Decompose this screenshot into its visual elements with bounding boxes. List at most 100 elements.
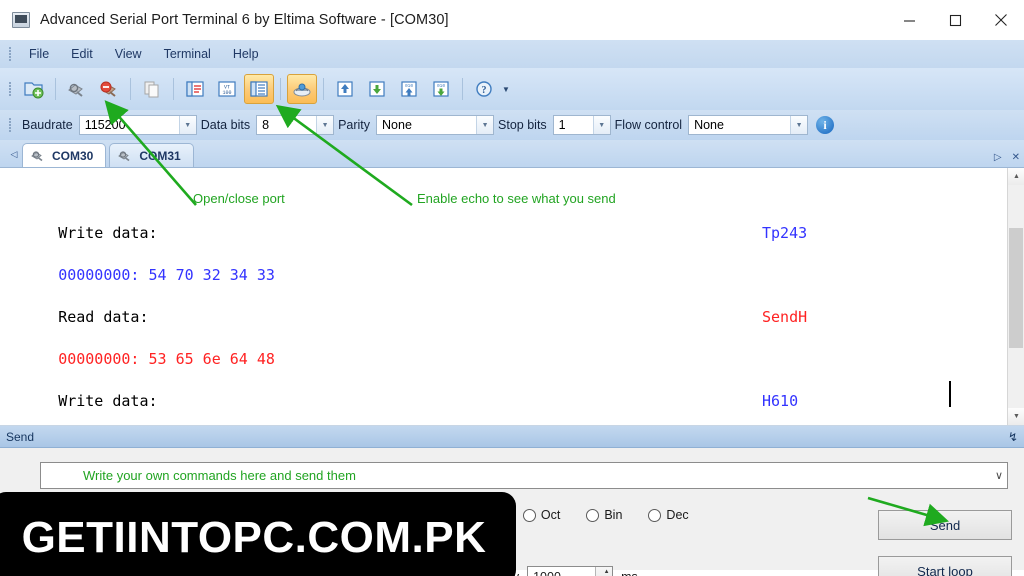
radio-dec-label: Dec: [666, 508, 689, 522]
parity-value: None: [382, 118, 412, 132]
vt100-view-button[interactable]: VT 100: [212, 74, 242, 104]
receive-file-down-button[interactable]: [362, 74, 392, 104]
radio-oct-label: Oct: [540, 508, 561, 522]
window-controls: [886, 0, 1024, 40]
menu-bar: File Edit View Terminal Help: [0, 40, 1024, 68]
terminal-scrollbar[interactable]: ▲ ▼: [1007, 168, 1024, 425]
menu-item-edit[interactable]: Edit: [60, 44, 104, 64]
loop-interval-spinner[interactable]: 1000 ▲ ▼: [527, 566, 614, 576]
scroll-up-button[interactable]: ▲: [1008, 168, 1024, 185]
spinner-buttons[interactable]: ▲ ▼: [595, 567, 613, 576]
stopbits-label: Stop bits: [498, 118, 547, 132]
radio-oct-dot[interactable]: [522, 508, 536, 522]
scroll-down-button[interactable]: ▼: [1008, 408, 1024, 425]
terminal-line: 00000000: 54 70 32 34 33 Tp243: [4, 212, 1007, 284]
command-input[interactable]: Write your own commands here and send th…: [40, 462, 1008, 489]
terminal-view-button[interactable]: [180, 74, 210, 104]
info-icon[interactable]: i: [816, 116, 835, 134]
radio-bin[interactable]: Bin: [586, 508, 622, 522]
tab-prev-button[interactable]: ◁: [6, 141, 22, 167]
toolbar-gripper[interactable]: [6, 80, 14, 98]
terminal-line-ascii: Tp243: [762, 224, 808, 242]
databits-label: Data bits: [200, 118, 251, 132]
port-icon: [118, 149, 133, 162]
watermark-overlay: GETIINTOPC.COM.PK: [0, 492, 516, 576]
menu-item-file[interactable]: File: [18, 44, 60, 64]
send-panel-header: Send ↯: [0, 426, 1024, 448]
new-session-button[interactable]: [19, 74, 49, 104]
port-icon: [31, 149, 46, 162]
tab-strip: ◁ COM30 COM31 ▷ ✕: [0, 140, 1024, 168]
radio-oct[interactable]: Oct: [522, 508, 561, 522]
tab-next-button[interactable]: ▷: [994, 152, 1002, 163]
settings-gripper[interactable]: [6, 116, 14, 134]
tab-com30-label: COM30: [52, 148, 94, 163]
close-port-button[interactable]: [94, 74, 124, 104]
minimize-button[interactable]: [886, 0, 932, 40]
radio-bin-dot[interactable]: [586, 508, 600, 522]
radio-bin-label: Bin: [604, 508, 623, 522]
chevron-down-icon[interactable]: ▼: [790, 116, 808, 134]
maximize-button[interactable]: [932, 0, 978, 40]
tab-strip-controls: ▷ ✕: [994, 152, 1020, 163]
terminal-output[interactable]: Write data: 00000000: 54 70 32 34 33 Tp2…: [0, 168, 1024, 426]
baudrate-value: 115200: [84, 118, 126, 132]
send-binary-up-button[interactable]: 010: [394, 74, 424, 104]
toolbar-separator-4: [280, 78, 281, 100]
receive-binary-down-button[interactable]: 010: [426, 74, 456, 104]
table-view-button[interactable]: [244, 74, 274, 104]
svg-text:?: ?: [482, 85, 487, 96]
spinner-up-button[interactable]: ▲: [601, 567, 612, 576]
echo-toggle-button[interactable]: [287, 74, 317, 104]
send-button[interactable]: Send: [878, 510, 1012, 540]
chevron-down-icon[interactable]: ∨: [995, 463, 1003, 488]
open-port-button[interactable]: [62, 74, 92, 104]
stopbits-value: 1: [558, 118, 566, 132]
tab-com31[interactable]: COM31: [109, 143, 194, 167]
menu-gripper[interactable]: [6, 45, 14, 63]
port-settings-bar: Baudrate 115200 ▼ Data bits 8 ▼ Parity N…: [0, 110, 1024, 140]
menu-item-terminal[interactable]: Terminal: [153, 44, 222, 64]
app-icon: [12, 11, 30, 28]
start-loop-button[interactable]: Start loop: [878, 556, 1012, 576]
send-panel-title: Send: [6, 429, 35, 444]
tab-com31-label: COM31: [139, 148, 181, 163]
terminal-line: Write data:: [4, 338, 1007, 410]
toolbar-separator-3: [173, 78, 174, 100]
databits-combo[interactable]: 8 ▼: [256, 115, 335, 135]
loop-interval-value: 1000: [528, 570, 561, 576]
radio-dec[interactable]: Dec: [648, 508, 689, 522]
toolbar-separator-1: [55, 78, 56, 100]
terminal-line: 00000000: 48 36 31 30 H610: [4, 380, 1007, 422]
tab-com30[interactable]: COM30: [22, 143, 107, 167]
radio-dec-dot[interactable]: [648, 508, 662, 522]
toolbar-separator-2: [130, 78, 131, 100]
terminal-line: Read data:: [4, 254, 1007, 326]
command-input-placeholder: Write your own commands here and send th…: [83, 468, 356, 483]
flowcontrol-combo[interactable]: None ▼: [688, 115, 809, 135]
chevron-down-icon[interactable]: ▼: [178, 116, 196, 134]
send-file-up-button[interactable]: [330, 74, 360, 104]
text-caret: [949, 381, 951, 407]
window-title: Advanced Serial Port Terminal 6 by Eltim…: [40, 11, 449, 28]
chevron-down-icon[interactable]: ▼: [476, 116, 494, 134]
copy-button[interactable]: [137, 74, 167, 104]
scrollbar-thumb[interactable]: [1009, 228, 1023, 348]
parity-combo[interactable]: None ▼: [376, 115, 495, 135]
pin-icon[interactable]: ↯: [1008, 430, 1018, 444]
close-button[interactable]: [978, 0, 1024, 40]
stopbits-combo[interactable]: 1 ▼: [552, 115, 611, 135]
toolbar-overflow-caret[interactable]: ▼: [500, 74, 512, 104]
chevron-down-icon[interactable]: ▼: [316, 116, 334, 134]
menu-item-help[interactable]: Help: [222, 44, 270, 64]
tab-close-button[interactable]: ✕: [1012, 152, 1020, 163]
toolbar-separator-6: [462, 78, 463, 100]
baudrate-combo[interactable]: 115200 ▼: [78, 115, 197, 135]
chevron-down-icon[interactable]: ▼: [592, 116, 610, 134]
menu-item-view[interactable]: View: [104, 44, 153, 64]
help-button[interactable]: ?: [469, 74, 499, 104]
terminal-line: 00000000: 53 65 6e 64 48 SendH: [4, 296, 1007, 368]
loop-interval-units: ms: [621, 570, 638, 576]
flowcontrol-label: Flow control: [614, 118, 683, 132]
terminal-line: Write data:: [4, 170, 1007, 242]
